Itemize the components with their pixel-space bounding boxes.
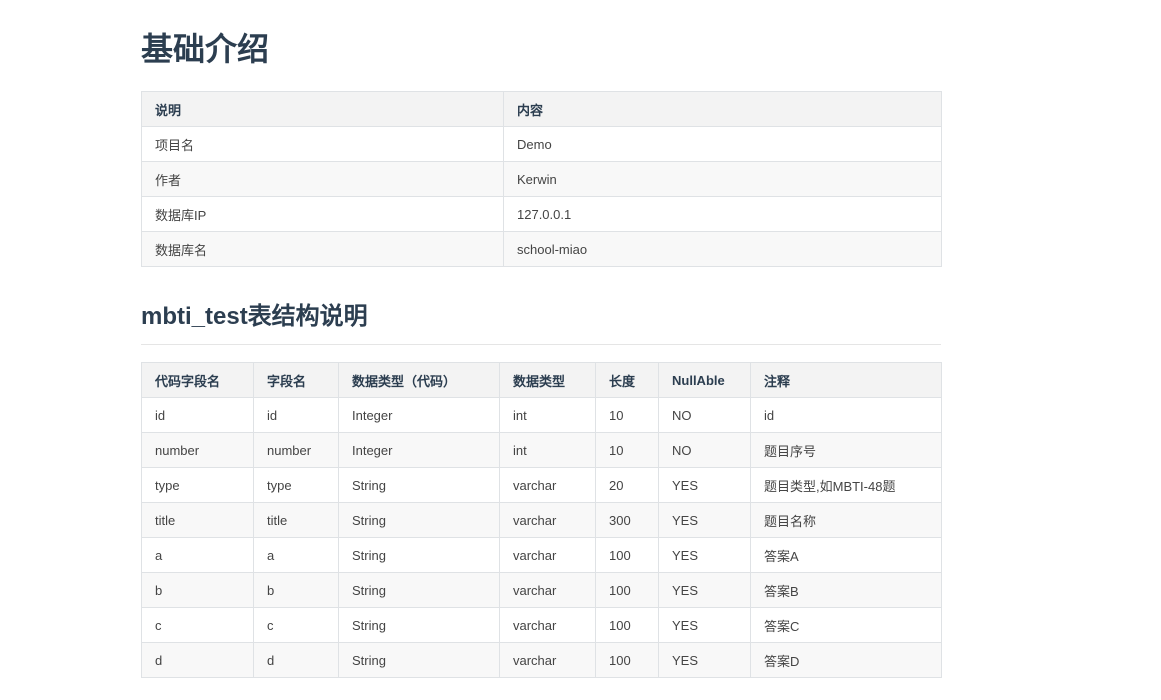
cell-field-name: a bbox=[253, 537, 339, 573]
intro-table-row: 项目名 Demo bbox=[141, 126, 942, 162]
cell-field-name: b bbox=[253, 572, 339, 608]
intro-cell-label: 项目名 bbox=[141, 126, 504, 162]
structure-table: 代码字段名 字段名 数据类型（代码） 数据类型 长度 NullAble 注释 i… bbox=[141, 362, 942, 678]
structure-table-row: title title String varchar 300 YES 题目名称 bbox=[141, 502, 942, 538]
cell-data-type: varchar bbox=[499, 607, 596, 643]
intro-table-row: 作者 Kerwin bbox=[141, 161, 942, 197]
intro-cell-value: school-miao bbox=[503, 231, 942, 267]
cell-data-type: varchar bbox=[499, 467, 596, 503]
cell-comment: 答案D bbox=[750, 642, 942, 678]
cell-nullable: NO bbox=[658, 397, 751, 433]
intro-cell-label: 数据库IP bbox=[141, 196, 504, 232]
structure-table-row: a a String varchar 100 YES 答案A bbox=[141, 537, 942, 573]
cell-length: 10 bbox=[595, 432, 659, 468]
intro-table-header-row: 说明 内容 bbox=[141, 91, 942, 127]
cell-field-name: id bbox=[253, 397, 339, 433]
cell-length: 100 bbox=[595, 572, 659, 608]
intro-header-content: 内容 bbox=[503, 91, 942, 127]
cell-field-name: number bbox=[253, 432, 339, 468]
cell-nullable: YES bbox=[658, 607, 751, 643]
cell-comment: 题目类型,如MBTI-48题 bbox=[750, 467, 942, 503]
structure-table-row: b b String varchar 100 YES 答案B bbox=[141, 572, 942, 608]
cell-data-type-code: Integer bbox=[338, 397, 500, 433]
cell-data-type: int bbox=[499, 397, 596, 433]
intro-table: 说明 内容 项目名 Demo 作者 Kerwin 数据库IP 127.0.0.1… bbox=[141, 91, 942, 267]
cell-field-name: d bbox=[253, 642, 339, 678]
cell-code-field-name: type bbox=[141, 467, 254, 503]
intro-header-description: 说明 bbox=[141, 91, 504, 127]
structure-table-row: number number Integer int 10 NO 题目序号 bbox=[141, 432, 942, 468]
cell-data-type: int bbox=[499, 432, 596, 468]
section-title: mbti_test表结构说明 bbox=[141, 300, 941, 345]
intro-cell-value: 127.0.0.1 bbox=[503, 196, 942, 232]
page-title: 基础介绍 bbox=[141, 31, 270, 67]
cell-code-field-name: id bbox=[141, 397, 254, 433]
cell-nullable: NO bbox=[658, 432, 751, 468]
cell-length: 300 bbox=[595, 502, 659, 538]
cell-comment: 答案B bbox=[750, 572, 942, 608]
cell-data-type-code: String bbox=[338, 572, 500, 608]
header-code-field-name: 代码字段名 bbox=[141, 362, 254, 398]
cell-field-name: title bbox=[253, 502, 339, 538]
cell-comment: 题目序号 bbox=[750, 432, 942, 468]
cell-field-name: c bbox=[253, 607, 339, 643]
header-data-type: 数据类型 bbox=[499, 362, 596, 398]
cell-code-field-name: a bbox=[141, 537, 254, 573]
structure-table-header-row: 代码字段名 字段名 数据类型（代码） 数据类型 长度 NullAble 注释 bbox=[141, 362, 942, 398]
header-nullable: NullAble bbox=[658, 362, 751, 398]
cell-data-type: varchar bbox=[499, 642, 596, 678]
header-data-type-code: 数据类型（代码） bbox=[338, 362, 500, 398]
cell-data-type-code: String bbox=[338, 642, 500, 678]
structure-table-row: c c String varchar 100 YES 答案C bbox=[141, 607, 942, 643]
cell-field-name: type bbox=[253, 467, 339, 503]
cell-data-type-code: String bbox=[338, 467, 500, 503]
cell-length: 100 bbox=[595, 607, 659, 643]
cell-length: 100 bbox=[595, 642, 659, 678]
cell-nullable: YES bbox=[658, 537, 751, 573]
header-field-name: 字段名 bbox=[253, 362, 339, 398]
cell-length: 100 bbox=[595, 537, 659, 573]
cell-data-type: varchar bbox=[499, 502, 596, 538]
cell-code-field-name: c bbox=[141, 607, 254, 643]
intro-table-row: 数据库名 school-miao bbox=[141, 231, 942, 267]
structure-table-row: id id Integer int 10 NO id bbox=[141, 397, 942, 433]
cell-data-type-code: String bbox=[338, 607, 500, 643]
cell-comment: 答案A bbox=[750, 537, 942, 573]
intro-cell-value: Kerwin bbox=[503, 161, 942, 197]
cell-comment: id bbox=[750, 397, 942, 433]
header-comment: 注释 bbox=[750, 362, 942, 398]
intro-cell-label: 作者 bbox=[141, 161, 504, 197]
cell-nullable: YES bbox=[658, 502, 751, 538]
cell-nullable: YES bbox=[658, 467, 751, 503]
intro-cell-label: 数据库名 bbox=[141, 231, 504, 267]
cell-code-field-name: d bbox=[141, 642, 254, 678]
cell-data-type-code: String bbox=[338, 537, 500, 573]
cell-comment: 答案C bbox=[750, 607, 942, 643]
cell-data-type-code: Integer bbox=[338, 432, 500, 468]
cell-length: 10 bbox=[595, 397, 659, 433]
cell-data-type: varchar bbox=[499, 537, 596, 573]
intro-cell-value: Demo bbox=[503, 126, 942, 162]
structure-table-row: d d String varchar 100 YES 答案D bbox=[141, 642, 942, 678]
cell-data-type-code: String bbox=[338, 502, 500, 538]
cell-length: 20 bbox=[595, 467, 659, 503]
cell-nullable: YES bbox=[658, 642, 751, 678]
cell-code-field-name: title bbox=[141, 502, 254, 538]
cell-nullable: YES bbox=[658, 572, 751, 608]
intro-table-row: 数据库IP 127.0.0.1 bbox=[141, 196, 942, 232]
cell-data-type: varchar bbox=[499, 572, 596, 608]
header-length: 长度 bbox=[595, 362, 659, 398]
cell-comment: 题目名称 bbox=[750, 502, 942, 538]
structure-table-row: type type String varchar 20 YES 题目类型,如MB… bbox=[141, 467, 942, 503]
cell-code-field-name: number bbox=[141, 432, 254, 468]
cell-code-field-name: b bbox=[141, 572, 254, 608]
